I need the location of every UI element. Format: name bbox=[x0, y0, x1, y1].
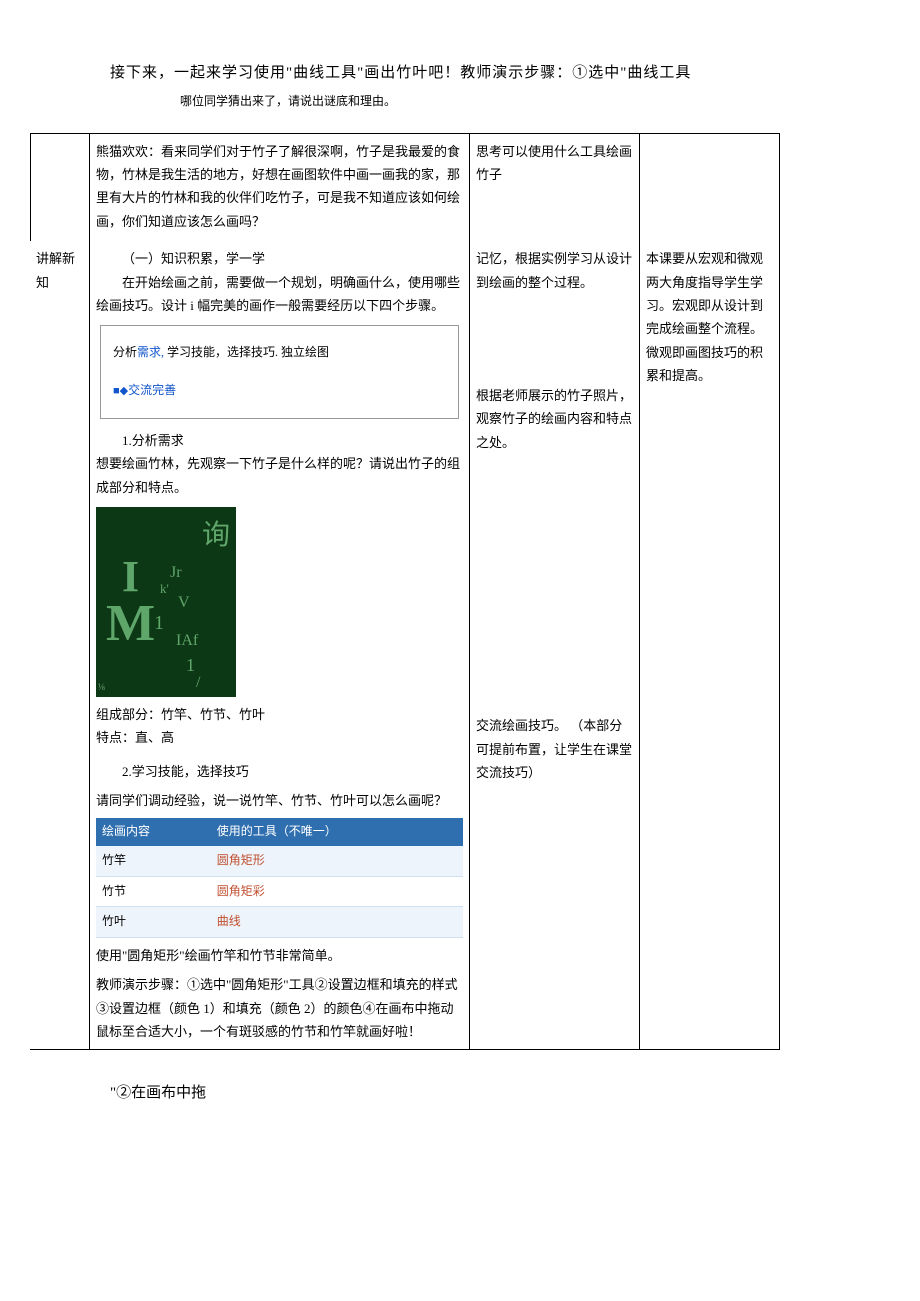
tools-table: 绘画内容 使用的工具（不唯一） 竹竿 圆角矩形 竹节 圆角矩彩 竹叶 曲线 bbox=[96, 818, 463, 937]
cell-name: 竹叶 bbox=[96, 907, 211, 938]
cell-tool: 圆角矩彩 bbox=[211, 876, 463, 907]
col4-a: 本课要从宏观和微观两大角度指导学生学习。宏观即从设计到完成绘画整个流程。微观即画… bbox=[646, 247, 773, 387]
col4-spacer-top bbox=[640, 133, 780, 242]
col3-c: 交流绘画技巧。 （本部分可提前布置，让学生在课堂交流技巧） bbox=[476, 714, 633, 784]
sub1-title: 1.分析需求 bbox=[96, 429, 463, 452]
col3-a: 记忆，根据实例学习从设计到绘画的整个过程。 bbox=[476, 247, 633, 294]
page-heading-line-1: 接下来，一起来学习使用"曲线工具"画出竹叶吧！教师演示步骤：①选中"曲线工具 bbox=[30, 60, 890, 87]
section-label-cell: 讲解新 知 bbox=[30, 241, 90, 1050]
subsection-title: （一）知识积累，学一学 bbox=[96, 247, 463, 270]
feature-line: 特点：直、高 bbox=[96, 726, 463, 749]
page-heading-line-2: 哪位同学猜出来了，请说出谜底和理由。 bbox=[30, 91, 890, 113]
steps-line-2-text: 交流完善 bbox=[128, 383, 176, 397]
glyph-i: 1 bbox=[186, 649, 195, 681]
glyph-f: V bbox=[178, 589, 190, 618]
steps-line-1a: 分析 bbox=[113, 345, 137, 359]
think-cell: 思考可以使用什么工具绘画竹子 bbox=[470, 133, 640, 242]
col1-spacer-top bbox=[30, 133, 90, 242]
glyph-c: M bbox=[106, 577, 155, 671]
table-header-row: 绘画内容 使用的工具（不唯一） bbox=[96, 818, 463, 846]
student-activity-cell: 记忆，根据实例学习从设计到绘画的整个过程。 根据老师展示的竹子照片，观察竹子的绘… bbox=[470, 241, 640, 1050]
section-label-a: 讲解新 bbox=[36, 251, 75, 266]
steps-marker-icon: ■◆ bbox=[113, 385, 128, 397]
steps-line-1b: 学习技能，选择技巧. 独立绘图 bbox=[167, 345, 329, 359]
glyph-g: 1 bbox=[154, 605, 164, 641]
glyph-j: / bbox=[196, 669, 200, 697]
design-intent-cell: 本课要从宏观和微观两大角度指导学生学习。宏观即从设计到完成绘画整个流程。微观即画… bbox=[640, 241, 780, 1050]
cell-name: 竹节 bbox=[96, 876, 211, 907]
steps-line-1: 分析需求, 学习技能，选择技巧. 独立绘图 bbox=[113, 342, 446, 364]
after-a: 使用"圆角矩形"绘画竹竿和竹节非常简单。 bbox=[96, 944, 463, 967]
steps-line-2: ■◆交流完善 bbox=[113, 380, 446, 402]
col3-b: 根据老师展示的竹子照片，观察竹子的绘画内容和特点之处。 bbox=[476, 384, 633, 454]
sub2-body: 请同学们调动经验，说一说竹竿、竹节、竹叶可以怎么画呢？ bbox=[96, 789, 463, 812]
panda-dialog-text: 熊猫欢欢：看来同学们对于竹子了解很深啊，竹子是我最爱的食物，竹林是我生活的地方，… bbox=[96, 140, 463, 234]
cell-tool: 圆角矩形 bbox=[211, 846, 463, 876]
table-row: 竹节 圆角矩彩 bbox=[96, 876, 463, 907]
cell-name: 竹竿 bbox=[96, 846, 211, 876]
glyph-frac: ⅛ bbox=[98, 679, 105, 695]
section-label-b: 知 bbox=[36, 275, 49, 290]
steps-box: 分析需求, 学习技能，选择技巧. 独立绘图 ■◆交流完善 bbox=[100, 325, 459, 418]
table-h1: 绘画内容 bbox=[96, 818, 211, 846]
intro-paragraph: 在开始绘画之前，需要做一个规划，明确画什么，使用哪些绘画技巧。设计 i 幅完美的… bbox=[96, 271, 463, 318]
cell-tool: 曲线 bbox=[211, 907, 463, 938]
table-h2: 使用的工具（不唯一） bbox=[211, 818, 463, 846]
steps-link: 需求, bbox=[137, 345, 164, 359]
glyph-a: 询 bbox=[202, 511, 230, 561]
main-content-cell: （一）知识积累，学一学 在开始绘画之前，需要做一个规划，明确画什么，使用哪些绘画… bbox=[90, 241, 470, 1050]
after-table-block: 使用"圆角矩形"绘画竹竿和竹节非常简单。 教师演示步骤：①选中"圆角矩形"工具②… bbox=[96, 944, 463, 1044]
glyph-e: k' bbox=[160, 577, 169, 600]
after-b: 教师演示步骤：①选中"圆角矩形"工具②设置边框和填充的样式③设置边框（颜色 1）… bbox=[96, 973, 463, 1043]
sub1-body: 想要绘画竹林，先观察一下竹子是什么样的呢？请说出竹子的组成部分和特点。 bbox=[96, 452, 463, 499]
lesson-grid: 熊猫欢欢：看来同学们对于竹子了解很深啊，竹子是我最爱的食物，竹林是我生活的地方，… bbox=[30, 133, 890, 1051]
panda-dialog-cell: 熊猫欢欢：看来同学们对于竹子了解很深啊，竹子是我最爱的食物，竹林是我生活的地方，… bbox=[90, 133, 470, 242]
sub2-title: 2.学习技能，选择技巧 bbox=[96, 760, 463, 783]
table-row: 竹竿 圆角矩形 bbox=[96, 846, 463, 876]
glyph-d: Jr bbox=[170, 559, 182, 588]
table-row: 竹叶 曲线 bbox=[96, 907, 463, 938]
think-text: 思考可以使用什么工具绘画竹子 bbox=[476, 140, 633, 187]
page-bottom-fragment: "②在画布中拖 bbox=[30, 1080, 890, 1107]
bamboo-image: 询 I M Jr k' V 1 IAf 1 / ⅛ bbox=[96, 507, 236, 697]
parts-line: 组成部分：竹竿、竹节、竹叶 bbox=[96, 703, 463, 726]
